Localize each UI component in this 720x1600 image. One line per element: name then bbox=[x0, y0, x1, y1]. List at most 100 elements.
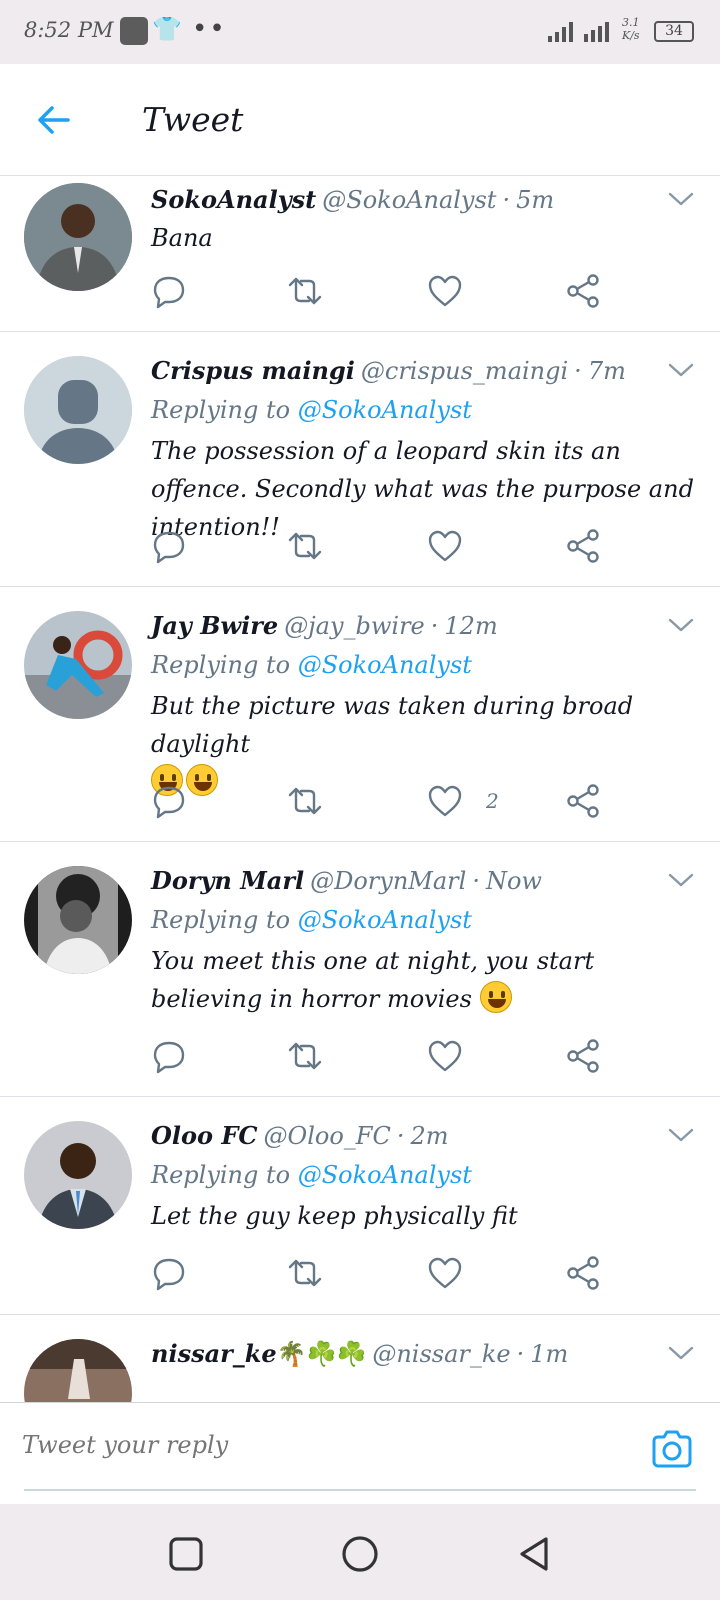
retweet-icon[interactable] bbox=[287, 1255, 327, 1295]
back-icon[interactable] bbox=[514, 1534, 554, 1574]
display-name[interactable]: Doryn Marl bbox=[151, 866, 304, 895]
user-handle[interactable]: @Oloo_FC bbox=[264, 1122, 391, 1150]
retweet-icon[interactable] bbox=[287, 273, 327, 313]
tweet-time: 7m bbox=[587, 357, 626, 385]
tweet[interactable]: Doryn Marl @DorynMarl · Now Replying to @So… bbox=[0, 842, 720, 1097]
like-icon[interactable] bbox=[427, 273, 467, 313]
name-emojis: 🌴☘️☘️ bbox=[276, 1340, 367, 1368]
status-time: 8:52 PM bbox=[24, 18, 114, 42]
tweet-header: Oloo FC @Oloo_FC · 2m bbox=[151, 1121, 448, 1150]
network-speed: 3.1 K/s bbox=[622, 16, 640, 42]
separator-dot: · bbox=[574, 357, 582, 385]
avatar[interactable] bbox=[24, 611, 132, 719]
tweet-actions bbox=[151, 528, 611, 568]
top-app-bar: Tweet bbox=[0, 64, 720, 176]
tweet-text-body: You meet this one at night, you start be… bbox=[151, 947, 595, 1013]
user-handle[interactable]: @jay_bwire bbox=[284, 612, 425, 640]
separator-dot: · bbox=[516, 1340, 525, 1368]
chevron-down-icon[interactable] bbox=[668, 1127, 694, 1143]
tweet-header: Doryn Marl @DorynMarl · Now bbox=[151, 866, 542, 895]
tweet-actions bbox=[151, 273, 611, 313]
tweet-header: SokoAnalyst @SokoAnalyst · 5m bbox=[151, 185, 554, 214]
retweet-icon[interactable] bbox=[287, 528, 327, 568]
avatar[interactable] bbox=[24, 1121, 132, 1229]
tweet-header: Jay Bwire @jay_bwire · 12m bbox=[151, 611, 498, 640]
separator-dot: · bbox=[396, 1122, 405, 1150]
user-handle[interactable]: @DorynMarl bbox=[310, 867, 466, 895]
replying-to-user-link[interactable]: @SokoAnalyst bbox=[298, 651, 472, 679]
retweet-icon[interactable] bbox=[287, 1038, 327, 1078]
replying-to-label: Replying to bbox=[151, 1161, 291, 1189]
user-handle[interactable]: @nissar_ke bbox=[372, 1340, 510, 1368]
signal-icon bbox=[584, 20, 614, 42]
tweet-actions: 2 bbox=[151, 783, 611, 823]
separator-dot: · bbox=[502, 186, 511, 214]
chevron-down-icon[interactable] bbox=[668, 617, 694, 633]
reply-feed[interactable]: SokoAnalyst @SokoAnalyst · 5m Bana Crispus … bbox=[0, 177, 720, 1402]
avatar[interactable] bbox=[24, 1339, 132, 1402]
avatar[interactable] bbox=[24, 183, 132, 291]
arrow-left-icon[interactable] bbox=[34, 100, 78, 140]
tweet-text: You meet this one at night, you start be… bbox=[151, 942, 696, 1018]
reply-input[interactable] bbox=[22, 1431, 622, 1459]
camera-icon[interactable] bbox=[650, 1429, 694, 1469]
retweet-icon[interactable] bbox=[287, 783, 327, 823]
user-handle[interactable]: @SokoAnalyst bbox=[322, 186, 496, 214]
share-icon[interactable] bbox=[565, 528, 605, 568]
tweet-text: Let the guy keep physically fit bbox=[151, 1202, 518, 1230]
chevron-down-icon[interactable] bbox=[668, 362, 694, 378]
tweet[interactable]: SokoAnalyst @SokoAnalyst · 5m Bana bbox=[0, 177, 720, 332]
replying-to-label: Replying to bbox=[151, 651, 291, 679]
shirt-icon: 👕 bbox=[152, 15, 182, 43]
more-dots-icon: •• bbox=[192, 14, 227, 44]
tweet[interactable]: Oloo FC @Oloo_FC · 2m Replying to @SokoAnal… bbox=[0, 1097, 720, 1315]
tweet-time: 5m bbox=[516, 186, 555, 214]
system-nav-bar bbox=[0, 1504, 720, 1600]
display-name[interactable]: Jay Bwire bbox=[151, 611, 278, 640]
share-icon[interactable] bbox=[565, 273, 605, 313]
network-speed-value: 3.1 bbox=[622, 16, 640, 29]
reply-icon[interactable] bbox=[151, 1255, 191, 1295]
replying-to-user-link[interactable]: @SokoAnalyst bbox=[298, 1161, 472, 1189]
share-icon[interactable] bbox=[565, 1038, 605, 1078]
tweet[interactable]: nissar_ke🌴☘️☘️ @nissar_ke · 1m bbox=[0, 1315, 720, 1402]
avatar[interactable] bbox=[24, 866, 132, 974]
replying-to: Replying to @SokoAnalyst bbox=[151, 1161, 472, 1189]
replying-to-user-link[interactable]: @SokoAnalyst bbox=[298, 906, 472, 934]
tweet-text: Bana bbox=[151, 224, 213, 252]
reply-icon[interactable] bbox=[151, 783, 191, 823]
recent-apps-icon[interactable] bbox=[166, 1534, 206, 1574]
reply-icon[interactable] bbox=[151, 528, 191, 568]
display-name[interactable]: nissar_ke bbox=[151, 1339, 277, 1368]
reply-icon[interactable] bbox=[151, 1038, 191, 1078]
like-icon[interactable] bbox=[427, 783, 467, 823]
chevron-down-icon[interactable] bbox=[668, 1345, 694, 1361]
chevron-down-icon[interactable] bbox=[668, 872, 694, 888]
like-icon[interactable] bbox=[427, 528, 467, 568]
share-icon[interactable] bbox=[565, 783, 605, 823]
tweet-time: 1m bbox=[530, 1340, 569, 1368]
user-handle[interactable]: @crispus_maingi bbox=[361, 357, 568, 385]
like-icon[interactable] bbox=[427, 1038, 467, 1078]
input-underline bbox=[24, 1489, 696, 1491]
display-name[interactable]: Crispus maingi bbox=[151, 356, 355, 385]
replying-to-label: Replying to bbox=[151, 396, 291, 424]
tweet[interactable]: Jay Bwire @jay_bwire · 12m Replying to @Sok… bbox=[0, 587, 720, 842]
replying-to-user-link[interactable]: @SokoAnalyst bbox=[298, 396, 472, 424]
reply-icon[interactable] bbox=[151, 273, 191, 313]
tweet[interactable]: Crispus maingi @crispus_maingi · 7m Replyin… bbox=[0, 332, 720, 587]
battery-icon: 34 bbox=[654, 21, 694, 42]
display-name[interactable]: Oloo FC bbox=[151, 1121, 258, 1150]
tweet-actions bbox=[151, 1038, 611, 1078]
tweet-time: 12m bbox=[444, 612, 498, 640]
replying-to: Replying to @SokoAnalyst bbox=[151, 651, 472, 679]
avatar[interactable] bbox=[24, 356, 132, 464]
status-bar: 8:52 PM 👕 •• 3.1 K/s 34 bbox=[0, 0, 720, 64]
share-icon[interactable] bbox=[565, 1255, 605, 1295]
display-name[interactable]: SokoAnalyst bbox=[151, 185, 316, 214]
like-count: 2 bbox=[486, 789, 499, 813]
home-icon[interactable] bbox=[340, 1534, 380, 1574]
tweet-header: Crispus maingi @crispus_maingi · 7m bbox=[151, 356, 626, 385]
like-icon[interactable] bbox=[427, 1255, 467, 1295]
chevron-down-icon[interactable] bbox=[668, 191, 694, 207]
